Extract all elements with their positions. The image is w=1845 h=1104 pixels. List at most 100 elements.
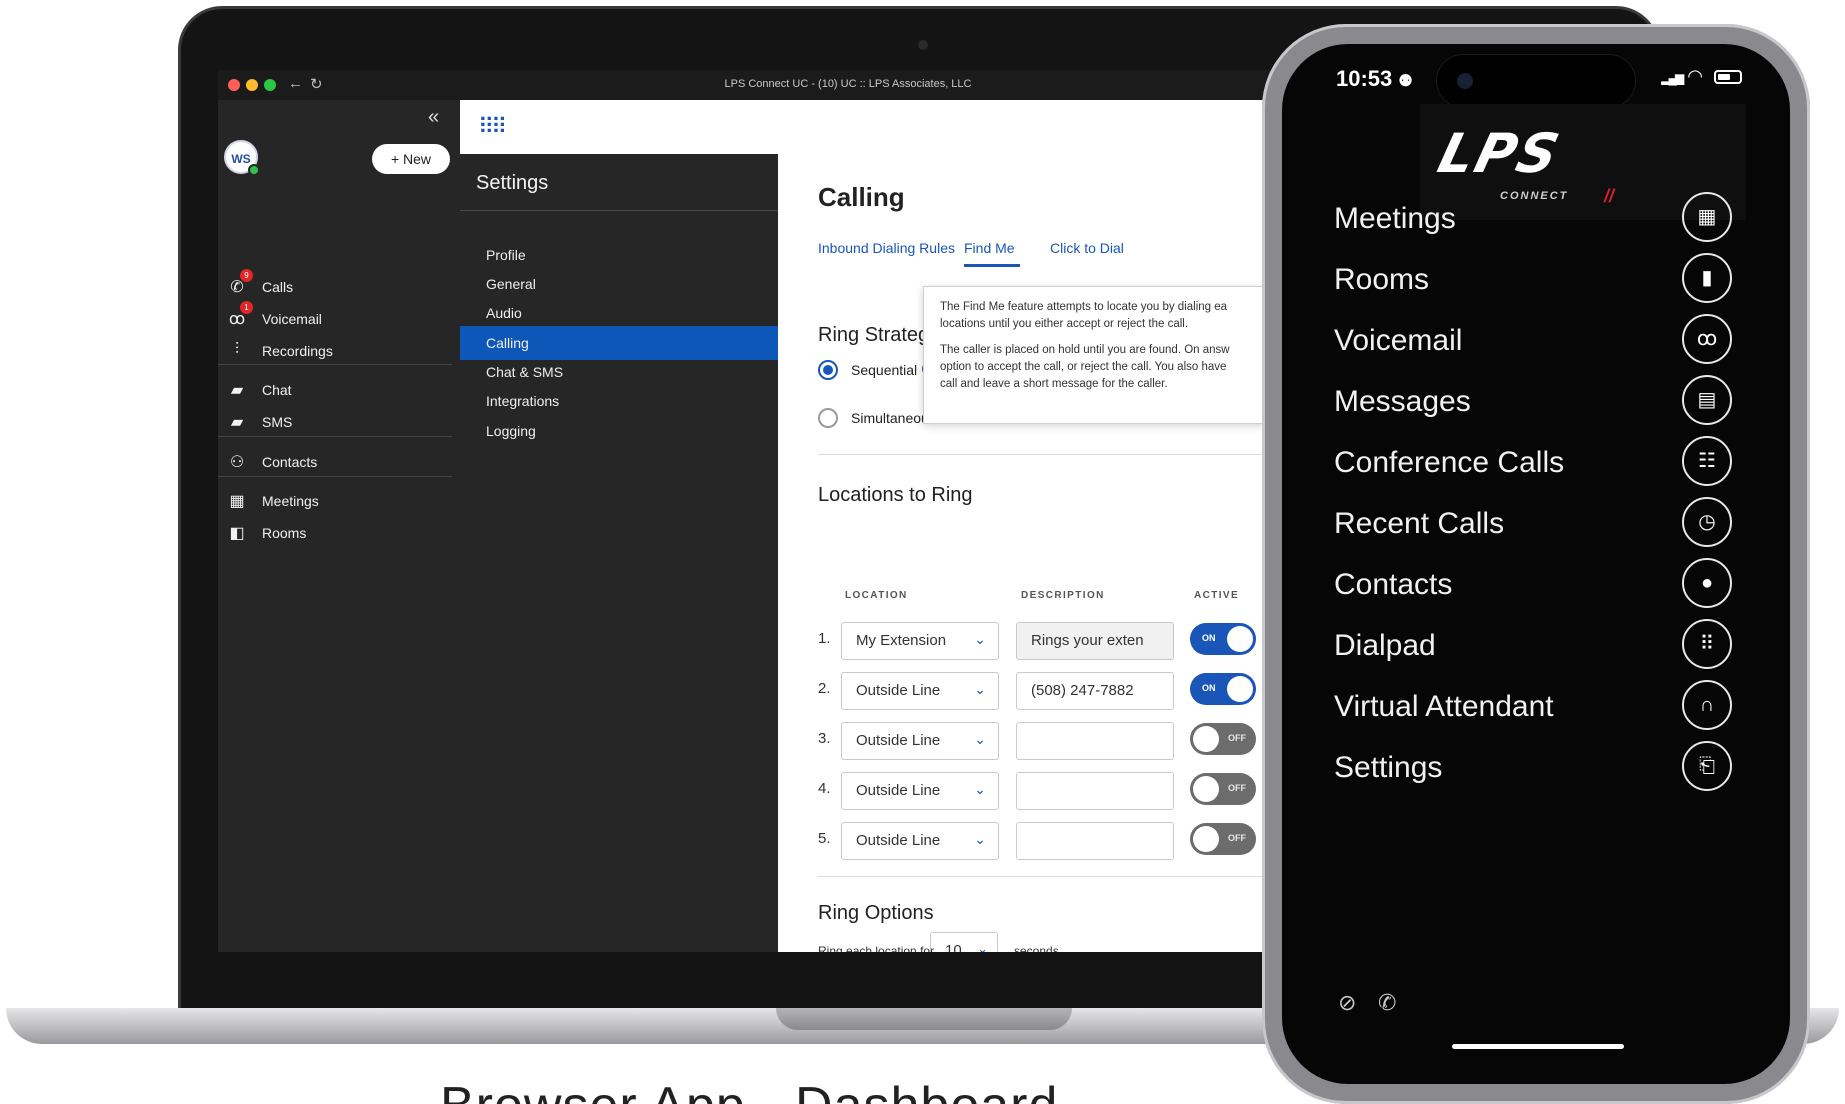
location-select[interactable]: Outside Line ⌄ xyxy=(841,722,999,760)
location-select[interactable]: Outside Line ⌄ xyxy=(841,672,999,710)
menu-item-messages[interactable]: Messages ▤ xyxy=(1334,371,1732,429)
tab-inbound-dialing-rules[interactable]: Inbound Dialing Rules xyxy=(818,240,955,256)
settings-divider xyxy=(460,210,778,211)
nav-item-label: SMS xyxy=(262,414,293,430)
description-field[interactable]: Rings your exten xyxy=(1016,622,1174,660)
row-number: 4. xyxy=(818,780,831,797)
nav-divider xyxy=(218,476,452,477)
settings-item-audio[interactable]: Audio xyxy=(460,296,778,330)
menu-item-label: Meetings xyxy=(1334,202,1456,235)
chevron-down-icon: ⌄ xyxy=(974,681,986,697)
toggle-state: ON xyxy=(1202,633,1216,643)
front-camera xyxy=(1457,73,1473,89)
simultaneous-radio[interactable] xyxy=(818,408,838,428)
settings-item-logging[interactable]: Logging xyxy=(460,414,778,448)
chevron-down-icon: ⌄ xyxy=(974,781,986,797)
voicemail-icon: ꝏ xyxy=(1682,314,1732,364)
chevron-down-icon: ⌄ xyxy=(974,631,986,647)
settings-title: Settings xyxy=(476,172,549,194)
status-icons: ▂▄▆ ◠ xyxy=(1661,66,1742,87)
ring-duration-label: Ring each location for xyxy=(818,944,935,952)
location-select[interactable]: My Extension ⌄ xyxy=(841,622,999,660)
sequential-label: Sequential xyxy=(851,362,918,378)
row-number: 5. xyxy=(818,830,831,847)
menu-item-conference-calls[interactable]: Conference Calls ☷ xyxy=(1334,432,1732,490)
wifi-icon: ◠ xyxy=(1687,66,1703,86)
toggle-state: OFF xyxy=(1228,733,1246,743)
nav-item-rooms[interactable]: ◧ Rooms xyxy=(226,519,454,547)
person-icon: ⚉ xyxy=(1398,73,1413,90)
menu-item-label: Recent Calls xyxy=(1334,507,1505,540)
dialpad-icon: ⠿ xyxy=(1682,619,1732,669)
ring-duration-select[interactable]: 10 ⌄ xyxy=(930,932,998,952)
ring-duration-unit: seconds. xyxy=(1014,944,1063,952)
nav-item-label: Contacts xyxy=(262,454,318,470)
nav-item-sms[interactable]: ▰ SMS xyxy=(226,408,454,436)
location-select[interactable]: Outside Line ⌄ xyxy=(841,822,999,860)
nav-item-calls[interactable]: ✆ 9 Calls xyxy=(226,269,454,301)
nav-divider xyxy=(218,364,452,365)
battery-icon xyxy=(1714,70,1742,85)
toggle-knob xyxy=(1227,626,1253,652)
nav-item-label: Chat xyxy=(262,382,292,398)
laptop-camera xyxy=(918,40,928,50)
phone-screen: 10:53 ⚉ ▂▄▆ ◠ LPS CONNECT // Meetings ▦ R… xyxy=(1282,44,1790,1084)
row-number: 2. xyxy=(818,680,831,697)
column-header-location: LOCATION xyxy=(845,590,908,601)
home-indicator[interactable] xyxy=(1452,1044,1624,1049)
call-forward-icon[interactable]: ✆ xyxy=(1378,990,1396,1016)
messages-icon: ▤ xyxy=(1682,375,1732,425)
active-toggle[interactable]: OFF xyxy=(1190,723,1256,755)
menu-item-voicemail[interactable]: Voicemail ꝏ xyxy=(1334,310,1732,368)
nav-item-voicemail[interactable]: ꝏ 1 Voicemail xyxy=(226,301,454,333)
column-header-description: DESCRIPTION xyxy=(1021,590,1105,601)
tab-click-to-dial[interactable]: Click to Dial xyxy=(1050,240,1124,256)
location-select[interactable]: Outside Line ⌄ xyxy=(841,772,999,810)
nav-item-recordings[interactable]: ⫶ Recordings xyxy=(226,337,454,365)
settings-item-integrations[interactable]: Integrations xyxy=(460,384,778,418)
description-field[interactable] xyxy=(1016,822,1174,860)
left-navigation: « WS + New ✆ 9 Calls ꝏ 1 Voicemail ⫶ Rec… xyxy=(218,100,460,952)
menu-item-rooms[interactable]: Rooms ▮ xyxy=(1334,249,1732,307)
headset-icon: ∩ xyxy=(1682,680,1732,730)
logo-text: LPS xyxy=(1432,122,1567,185)
status-time: 10:53 ⚉ xyxy=(1336,66,1413,91)
nav-item-meetings[interactable]: ▦ Meetings xyxy=(226,487,454,515)
select-value: Outside Line xyxy=(856,682,941,699)
chevron-down-icon: ⌄ xyxy=(974,731,986,747)
active-toggle[interactable]: OFF xyxy=(1190,823,1256,855)
voicemail-badge: 1 xyxy=(240,301,253,314)
image-caption: Browser App - Dashboard xyxy=(440,1076,1058,1104)
clock-icon: ◷ xyxy=(1682,497,1732,547)
door-icon: ◧ xyxy=(229,525,245,542)
new-button[interactable]: + New xyxy=(372,144,450,174)
description-field[interactable]: (508) 247-7882 xyxy=(1016,672,1174,710)
tooltip-text: The caller is placed on hold until you a… xyxy=(940,344,1230,390)
calls-badge: 9 xyxy=(240,269,253,282)
menu-item-meetings[interactable]: Meetings ▦ xyxy=(1334,188,1732,246)
nav-item-contacts[interactable]: ⚇ Contacts xyxy=(226,448,454,476)
description-field[interactable] xyxy=(1016,722,1174,760)
do-not-disturb-icon[interactable]: ⊘ xyxy=(1338,990,1356,1016)
menu-item-dialpad[interactable]: Dialpad ⠿ xyxy=(1334,615,1732,673)
collapse-sidebar-icon[interactable]: « xyxy=(428,106,439,129)
menu-item-contacts[interactable]: Contacts ● xyxy=(1334,554,1732,612)
menu-item-virtual-attendant[interactable]: Virtual Attendant ∩ xyxy=(1334,676,1732,734)
menu-item-recent-calls[interactable]: Recent Calls ◷ xyxy=(1334,493,1732,551)
toggle-state: OFF xyxy=(1228,783,1246,793)
online-status-dot xyxy=(248,164,260,176)
active-toggle[interactable]: ON xyxy=(1190,623,1256,655)
active-toggle[interactable]: ON xyxy=(1190,673,1256,705)
dialpad-icon[interactable]: ⠿⠿ xyxy=(478,114,507,140)
row-number: 3. xyxy=(818,730,831,747)
select-value: My Extension xyxy=(856,632,947,649)
active-toggle[interactable]: OFF xyxy=(1190,773,1256,805)
menu-item-settings[interactable]: Settings ⎗ xyxy=(1334,737,1732,795)
sequential-radio[interactable] xyxy=(818,360,838,380)
toggle-knob xyxy=(1193,826,1219,852)
nav-divider xyxy=(218,436,452,437)
description-field[interactable] xyxy=(1016,772,1174,810)
nav-item-chat[interactable]: ▰ Chat xyxy=(226,376,454,404)
menu-item-label: Messages xyxy=(1334,385,1471,418)
tab-find-me[interactable]: Find Me xyxy=(964,240,1015,256)
